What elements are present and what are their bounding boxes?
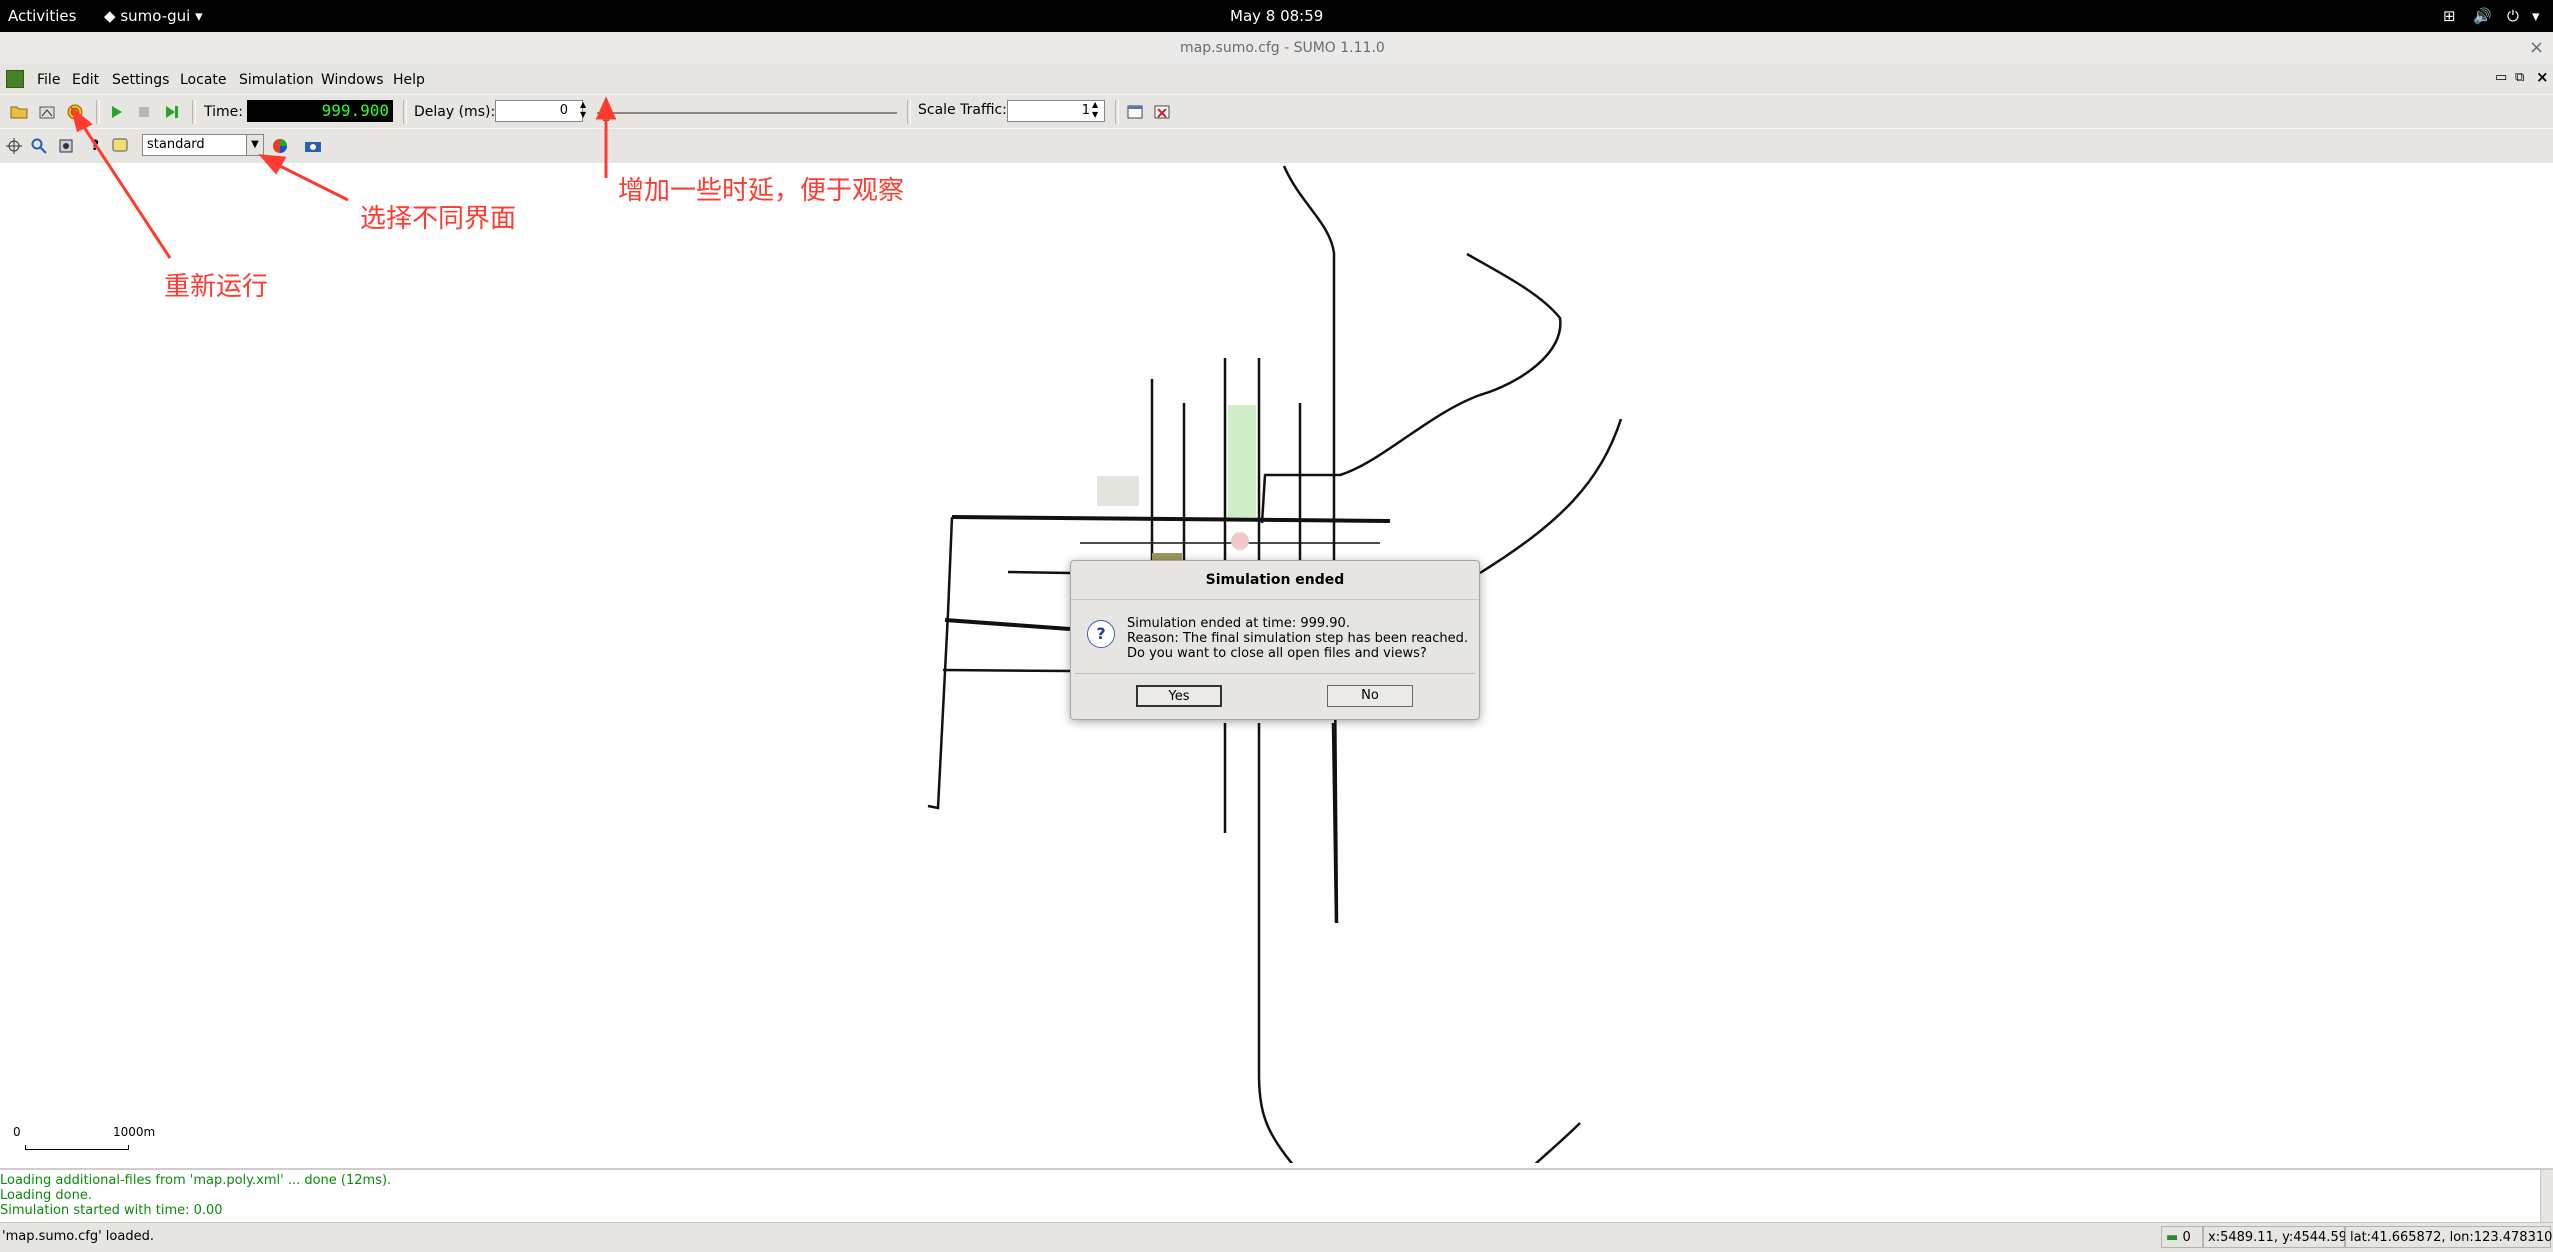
- annotation-rerun: 重新运行: [164, 272, 269, 302]
- delay-arrow-head: [595, 96, 617, 120]
- annotation-arrows: [70, 96, 617, 259]
- rerun-arrow-head: [70, 105, 93, 133]
- scheme-arrow-head: [258, 154, 287, 175]
- annotation-select-view: 选择不同界面: [360, 204, 517, 234]
- rerun-arrow: [76, 117, 172, 259]
- annotation-add-delay: 增加一些时延，便于观察: [618, 176, 905, 206]
